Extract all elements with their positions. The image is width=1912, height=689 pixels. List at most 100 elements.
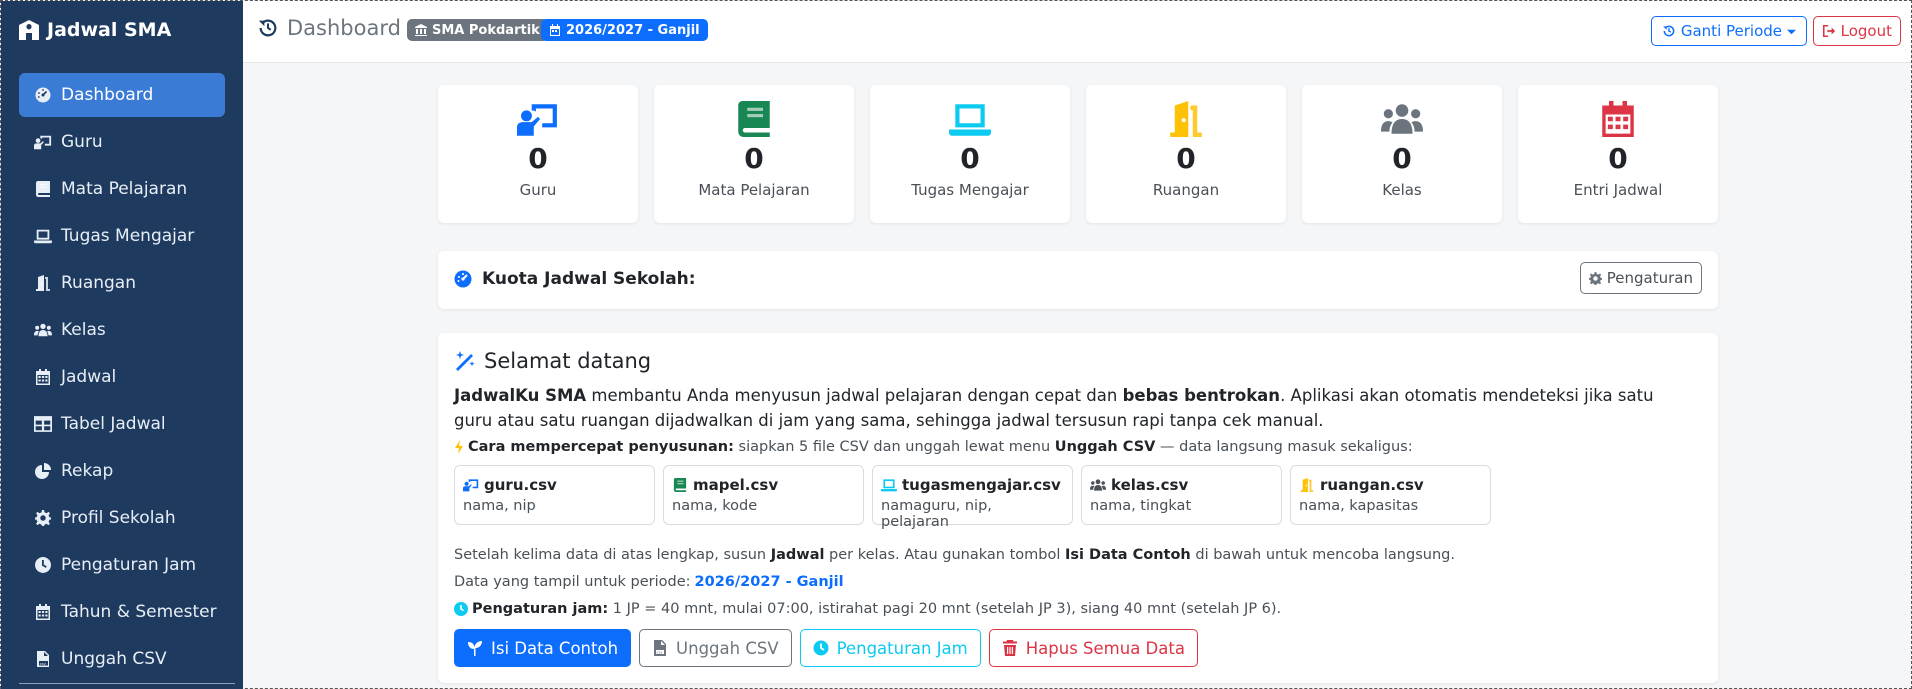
- hours-settings-label: Pengaturan Jam: [836, 638, 968, 658]
- users-icon: [1090, 478, 1106, 492]
- sidebar-item-kelas[interactable]: Kelas: [19, 308, 225, 352]
- logout-label: Logout: [1840, 22, 1892, 40]
- bolt-icon: [455, 440, 463, 454]
- door-icon: [1299, 478, 1315, 492]
- sidebar-item-pengaturan-jam[interactable]: Pengaturan Jam: [19, 543, 225, 587]
- sidebar-item-tahun-semester[interactable]: Tahun & Semester: [19, 590, 225, 634]
- app-name: JadwalKu SMA: [454, 386, 587, 405]
- tip-bold: Cara mempercepat penyusunan:: [468, 439, 734, 455]
- quota-title: Kuota Jadwal Sekolah:: [454, 269, 696, 289]
- sidebar-item-label: Profil Sekolah: [61, 508, 176, 528]
- csv-file-card: tugasmengajar.csv namaguru, nip, pelajara…: [872, 465, 1073, 530]
- magic-wand-icon: [456, 351, 475, 371]
- clock-icon: [454, 602, 468, 616]
- sidebar-item-label: Unggah CSV: [61, 649, 167, 669]
- csv-file-card: ruangan.csv nama, kapasitas: [1290, 465, 1491, 525]
- hours-bold: Pengaturan jam:: [472, 601, 609, 617]
- school-icon: [19, 20, 39, 40]
- sidebar-item-label: Tabel Jadwal: [61, 414, 166, 434]
- gear-icon: [1588, 271, 1602, 285]
- clock-icon: [33, 556, 53, 574]
- tip-end: — data langsung masuk sekaligus:: [1155, 439, 1413, 455]
- sidebar-item-label: Pengaturan Jam: [61, 555, 197, 575]
- clock-icon: [813, 640, 829, 656]
- sidebar-item-dashboard[interactable]: Dashboard: [19, 73, 225, 117]
- quota-card: Kuota Jadwal Sekolah: Pengaturan: [438, 251, 1718, 309]
- book-icon: [33, 180, 53, 198]
- csv-file-icon: csv: [654, 640, 667, 656]
- csv-file-name: guru.csv: [484, 476, 557, 494]
- sidebar-item-tabel-jadwal[interactable]: Tabel Jadwal: [19, 402, 225, 446]
- csv-tip: Cara mempercepat penyusunan: siapkan 5 f…: [454, 439, 1413, 455]
- teacher-icon: [517, 101, 559, 137]
- table-icon: [33, 415, 53, 433]
- sign-out-icon: [1822, 24, 1835, 38]
- stat-value: 0: [744, 142, 764, 175]
- sidebar-item-guru[interactable]: Guru: [19, 120, 225, 164]
- sidebar-item-label: Mata Pelajaran: [61, 179, 188, 199]
- csv-file-name: mapel.csv: [693, 476, 779, 494]
- csv-file-card: guru.csv nama, nip: [454, 465, 655, 525]
- calendar-icon: [33, 603, 53, 621]
- laptop-icon: [949, 101, 991, 137]
- sidebar-item-unggah-csv[interactable]: csv Unggah CSV: [19, 637, 225, 681]
- change-period-button[interactable]: Ganti Periode: [1650, 16, 1807, 46]
- book-icon: [672, 478, 688, 492]
- laptop-icon: [33, 227, 53, 245]
- users-icon: [1381, 101, 1423, 137]
- sidebar-item-tugas-mengajar[interactable]: Tugas Mengajar: [19, 214, 225, 258]
- hours-text: 1 JP = 40 mnt, mulai 07:00, istirahat pa…: [608, 601, 1282, 617]
- sidebar-item-mata-pelajaran[interactable]: Mata Pelajaran: [19, 167, 225, 211]
- stat-label: Entri Jadwal: [1573, 181, 1663, 199]
- sidebar-item-ruangan[interactable]: Ruangan: [19, 261, 225, 305]
- csv-file-name: tugasmengajar.csv: [902, 476, 1061, 494]
- after-instruction: Setelah kelima data di atas lengkap, sus…: [454, 547, 1455, 563]
- sample-data-button[interactable]: Isi Data Contoh: [454, 629, 632, 667]
- sidebar-item-rekap[interactable]: Rekap: [19, 449, 225, 493]
- sidebar-item-jadwal[interactable]: Jadwal: [19, 355, 225, 399]
- brand[interactable]: Jadwal SMA: [1, 1, 243, 59]
- sidebar-divider: [19, 683, 235, 684]
- sidebar-item-label: Guru: [61, 132, 103, 152]
- desc-text-1: membantu Anda menyusun jadwal pelajaran …: [586, 386, 1123, 405]
- hours-settings-button[interactable]: Pengaturan Jam: [799, 629, 981, 667]
- dashboard-icon: [33, 86, 53, 104]
- delete-all-button[interactable]: Hapus Semua Data: [988, 629, 1198, 667]
- svg-text:csv: csv: [40, 661, 47, 666]
- period-info: Data yang tampil untuk periode: 2026/202…: [454, 574, 844, 590]
- csv-file-columns: nama, kode: [672, 498, 758, 514]
- stat-label: Kelas: [1382, 181, 1422, 199]
- sidebar-item-label: Tahun & Semester: [61, 602, 217, 622]
- after-text-2: per kelas. Atau gunakan tombol: [824, 547, 1065, 563]
- stat-value: 0: [1392, 142, 1412, 175]
- delete-all-label: Hapus Semua Data: [1025, 638, 1185, 658]
- stats-row: 0 Guru 0 Mata Pelajaran 0 Tugas Mengajar 0 Ruan…: [438, 85, 1718, 223]
- sidebar-item-label: Dashboard: [61, 85, 154, 105]
- csv-file-list: guru.csv nama, nip mapel.csv nama, kode tuga…: [454, 465, 1491, 530]
- school-badge: SMA Pokdartik: [407, 19, 548, 41]
- logout-button[interactable]: Logout: [1812, 16, 1901, 46]
- stat-card-mata-pelajaran: 0 Mata Pelajaran: [654, 85, 854, 223]
- csv-file-columns: nama, tingkat: [1090, 498, 1192, 514]
- after-bold-2: Isi Data Contoh: [1064, 547, 1191, 563]
- stat-value: 0: [528, 142, 548, 175]
- upload-csv-label: Unggah CSV: [676, 638, 779, 658]
- sidebar-item-profil-sekolah[interactable]: Profil Sekolah: [19, 496, 225, 540]
- stat-card-ruangan: 0 Ruangan: [1086, 85, 1286, 223]
- csv-file-card: mapel.csv nama, kode: [663, 465, 864, 525]
- period-info-label: Data yang tampil untuk periode:: [454, 574, 691, 590]
- teacher-icon: [33, 133, 53, 151]
- stat-value: 0: [960, 142, 980, 175]
- csv-file-columns: nama, nip: [463, 498, 536, 514]
- history-icon: [1663, 25, 1675, 37]
- stat-label: Ruangan: [1152, 181, 1220, 199]
- csv-file-name: ruangan.csv: [1320, 476, 1424, 494]
- school-badge-label: SMA Pokdartik: [432, 22, 540, 38]
- sidebar-item-label: Kelas: [61, 320, 106, 340]
- upload-csv-button[interactable]: csv Unggah CSV: [639, 629, 792, 667]
- action-buttons: Isi Data Contoh csv Unggah CSV Pengatura…: [454, 629, 1198, 667]
- quota-settings-button[interactable]: Pengaturan: [1579, 262, 1702, 294]
- calendar-icon: [550, 24, 560, 36]
- tip-menu-link: Unggah CSV: [1054, 439, 1156, 455]
- laptop-icon: [881, 478, 897, 492]
